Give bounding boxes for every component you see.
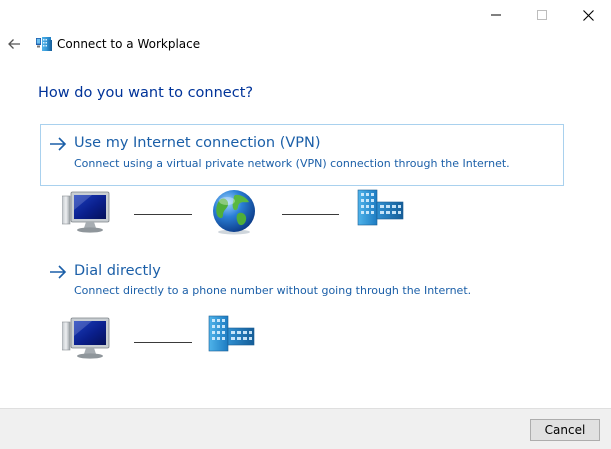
option-vpn[interactable]: Use my Internet connection (VPN) Connect…	[40, 124, 564, 186]
minimize-button[interactable]	[473, 0, 519, 30]
window-title: Connect to a Workplace	[57, 37, 201, 51]
arrow-right-icon	[50, 265, 67, 279]
globe-icon	[213, 190, 255, 235]
minimize-icon	[491, 14, 501, 16]
arrow-right-icon	[50, 137, 67, 151]
maximize-icon	[537, 10, 547, 20]
option-dial-description: Connect directly to a phone number witho…	[74, 284, 472, 297]
connection-line	[282, 214, 339, 215]
option-dial-directly[interactable]: Dial directly Connect directly to a phon…	[40, 257, 564, 305]
maximize-button[interactable]	[519, 0, 565, 30]
option-vpn-title: Use my Internet connection (VPN)	[74, 135, 321, 151]
connection-line	[134, 342, 192, 343]
navigation-bar: Connect to a Workplace	[0, 30, 611, 58]
close-icon	[582, 9, 594, 21]
option-vpn-description: Connect using a virtual private network …	[74, 157, 510, 170]
dialog-footer: Cancel	[0, 408, 611, 449]
back-button[interactable]	[4, 34, 24, 54]
close-button[interactable]	[565, 0, 611, 30]
computer-icon	[62, 317, 110, 359]
option-dial-title: Dial directly	[74, 263, 161, 279]
back-arrow-icon	[8, 39, 20, 49]
page-heading: How do you want to connect?	[38, 85, 254, 101]
workplace-building-icon	[208, 315, 255, 352]
workplace-app-icon	[36, 37, 52, 51]
connection-line	[134, 214, 192, 215]
cancel-button[interactable]: Cancel	[530, 419, 600, 441]
computer-icon	[62, 191, 110, 233]
workplace-building-icon	[357, 189, 404, 226]
title-bar	[0, 0, 611, 30]
